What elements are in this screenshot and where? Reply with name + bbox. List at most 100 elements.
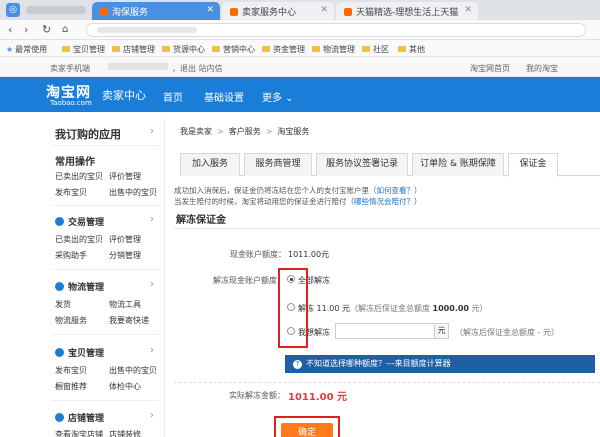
sidebar-link[interactable]: 发布宝贝 <box>55 365 87 376</box>
option-unfreeze-partial[interactable]: 解冻 11.00 元（解冻后保证金总额度 1000.00 元） <box>298 303 488 314</box>
chevron-right-icon: > <box>265 127 273 136</box>
custom-amount-input[interactable] <box>335 323 435 339</box>
how-to-check-link[interactable]: 如何查看？ <box>377 186 415 195</box>
tab-favicon-icon <box>344 8 352 16</box>
url-input[interactable] <box>86 23 586 37</box>
breadcrumb-item[interactable]: 客户服务 <box>229 127 261 136</box>
tab-close-icon[interactable]: ✕ <box>320 5 328 15</box>
sidebar-link[interactable]: 分销管理 <box>109 250 141 261</box>
sidebar-link[interactable]: 已卖出的宝贝 <box>55 234 103 245</box>
breadcrumb-item: 淘宝服务 <box>277 127 310 136</box>
items-icon <box>55 348 64 357</box>
tab-join-service[interactable]: 加入服务 <box>180 153 240 176</box>
bookmark-item[interactable]: 店铺管理 <box>112 44 155 55</box>
bookmark-item[interactable]: ★ 最常使用 <box>6 44 47 55</box>
calculator-tip-bar[interactable]: ? 不知道选择哪种额度？---来目额度计算器 <box>285 355 595 373</box>
address-bar-row: ‹ › ↻ ⌂ <box>0 20 600 40</box>
balance-value: 1011.00元 <box>288 250 330 259</box>
reload-icon[interactable]: ↻ <box>42 24 51 36</box>
folder-icon <box>312 46 320 52</box>
logout-messages[interactable]: ，退出 站内信 <box>172 63 223 74</box>
divider <box>51 334 159 335</box>
tab-label: 淘保服务 <box>112 8 149 18</box>
main-content: 我是卖家 > 客户服务 > 淘宝服务 加入服务 服务商管理 服务协议签署记录 订单险 &… <box>170 118 600 437</box>
sidebar-link[interactable]: 物流服务 <box>55 315 87 326</box>
sidebar-link[interactable]: 已卖出的宝贝 <box>55 171 103 182</box>
bookmark-item[interactable]: 其他 <box>398 44 425 55</box>
folder-icon <box>362 46 370 52</box>
tab-deposit[interactable]: 保证金 <box>508 153 558 177</box>
bookmark-item[interactable]: 物流管理 <box>312 44 355 55</box>
sidebar-link[interactable]: 评价管理 <box>109 171 141 182</box>
bookmark-item[interactable]: 营销中心 <box>212 44 255 55</box>
blurred-username <box>108 63 168 70</box>
tab-label: 卖家服务中心 <box>242 8 297 18</box>
divider <box>51 145 159 146</box>
browser-logo-icon: ◎ <box>6 3 20 17</box>
breadcrumb-item[interactable]: 我是卖家 <box>180 127 212 136</box>
unit-label: 元 <box>435 323 449 339</box>
logistics-icon <box>55 282 64 291</box>
bookmark-item[interactable]: 货源中心 <box>162 44 205 55</box>
sidebar-link[interactable]: 我要寄快递 <box>109 315 149 326</box>
seller-center-header: 淘宝网 Taobao.com 卖家中心 首页 基础设置 更多 ⌄ <box>0 77 600 112</box>
nav-home[interactable]: 首页 <box>163 89 183 104</box>
tab-label: 天猫精选-理想生活上天猫 <box>356 8 459 18</box>
tab-provider-management[interactable]: 服务商管理 <box>244 153 312 176</box>
folder-icon <box>112 46 120 52</box>
folder-icon <box>62 46 70 52</box>
divider <box>51 269 159 270</box>
shop-icon <box>55 413 64 422</box>
sidebar-link[interactable]: 采购助手 <box>55 250 87 261</box>
unfreeze-label: 解冻现金账户额度： <box>213 276 285 285</box>
chevron-right-icon[interactable]: › <box>150 279 154 290</box>
question-icon: ? <box>293 360 302 369</box>
compensation-cases-link[interactable]: 哪些情况会赔付？ <box>354 197 414 206</box>
group-items[interactable]: 宝贝管理 <box>55 346 104 359</box>
forward-icon[interactable]: › <box>24 24 28 36</box>
chevron-right-icon[interactable]: › <box>150 345 154 356</box>
chevron-right-icon[interactable]: › <box>150 126 154 137</box>
seller-info-bar: 卖家手机端 ，退出 站内信 淘宝网首页 我的淘宝 <box>0 57 600 77</box>
divider <box>51 205 159 206</box>
mobile-seller-link[interactable]: 卖家手机端 <box>50 63 90 74</box>
tab-close-icon[interactable]: ✕ <box>206 5 214 15</box>
actual-amount-label: 实际解冻金额： <box>229 391 285 400</box>
sidebar-link[interactable]: 查看淘宝店铺 <box>55 429 103 437</box>
browser-tab[interactable]: 天猫精选-理想生活上天猫 ✕ <box>336 2 478 20</box>
nav-more[interactable]: 更多 ⌄ <box>262 89 294 104</box>
sidebar-link[interactable]: 体检中心 <box>109 381 141 392</box>
my-taobao-link[interactable]: 我的淘宝 <box>526 63 558 74</box>
back-icon[interactable]: ‹ <box>8 24 12 36</box>
group-trade[interactable]: 交易管理 <box>55 215 104 228</box>
tab-close-icon[interactable]: ✕ <box>464 5 472 15</box>
tab-agreement-records[interactable]: 服务协议签署记录 <box>316 153 408 176</box>
bookmark-item[interactable]: 资金管理 <box>262 44 305 55</box>
bookmark-item[interactable]: 宝贝管理 <box>62 44 105 55</box>
chevron-right-icon[interactable]: › <box>150 410 154 421</box>
folder-icon <box>212 46 220 52</box>
bookmark-item[interactable]: 社区 <box>362 44 389 55</box>
sidebar-link[interactable]: 出售中的宝贝 <box>109 187 157 198</box>
chevron-right-icon[interactable]: › <box>150 214 154 225</box>
sidebar-link[interactable]: 出售中的宝贝 <box>109 365 157 376</box>
breadcrumb: 我是卖家 > 客户服务 > 淘宝服务 <box>180 126 309 137</box>
tab-favicon-icon <box>100 8 108 16</box>
folder-icon <box>398 46 406 52</box>
tab-order-insurance[interactable]: 订单险 & 账期保障 <box>412 153 504 176</box>
group-shop[interactable]: 店铺管理 <box>55 411 104 424</box>
browser-tab-active[interactable]: 淘保服务 ✕ <box>92 2 220 20</box>
sidebar-link[interactable]: 发布宝贝 <box>55 187 87 198</box>
trade-icon <box>55 217 64 226</box>
browser-tab[interactable]: 卖家服务中心 ✕ <box>222 2 334 20</box>
group-logistics[interactable]: 物流管理 <box>55 280 104 293</box>
sidebar-link[interactable]: 物流工具 <box>109 299 141 310</box>
sidebar-link[interactable]: 发货 <box>55 299 71 310</box>
sidebar-link[interactable]: 店铺装修 <box>109 429 141 437</box>
sidebar-link[interactable]: 橱窗推荐 <box>55 381 87 392</box>
taobao-home-link[interactable]: 淘宝网首页 <box>470 63 510 74</box>
nav-basic-settings[interactable]: 基础设置 <box>204 89 244 104</box>
highlight-box-confirm <box>274 416 340 437</box>
sidebar-link[interactable]: 评价管理 <box>109 234 141 245</box>
home-icon[interactable]: ⌂ <box>62 24 68 36</box>
